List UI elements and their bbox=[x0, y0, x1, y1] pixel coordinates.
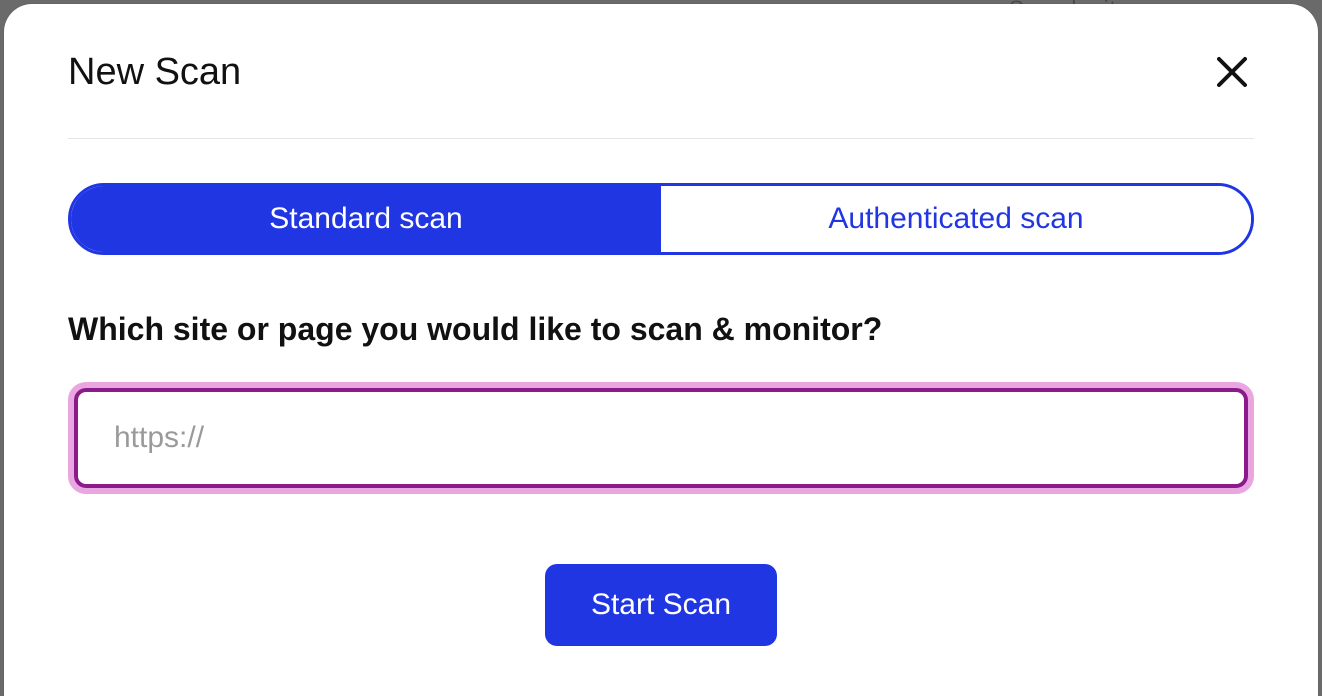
modal-header: New Scan bbox=[68, 50, 1254, 139]
scan-type-tabs: Standard scan Authenticated scan bbox=[68, 183, 1254, 255]
scan-prompt-label: Which site or page you would like to sca… bbox=[68, 311, 1254, 348]
start-scan-button[interactable]: Start Scan bbox=[545, 564, 777, 646]
tab-standard-scan[interactable]: Standard scan bbox=[71, 186, 661, 252]
modal-title: New Scan bbox=[68, 51, 241, 94]
close-button[interactable] bbox=[1210, 50, 1254, 94]
url-input[interactable] bbox=[74, 388, 1248, 488]
new-scan-modal: New Scan Standard scan Authenticated sca… bbox=[4, 4, 1318, 696]
modal-actions: Start Scan bbox=[68, 564, 1254, 646]
close-icon bbox=[1215, 55, 1249, 89]
url-input-highlight bbox=[68, 382, 1254, 494]
tab-authenticated-scan[interactable]: Authenticated scan bbox=[661, 186, 1251, 252]
